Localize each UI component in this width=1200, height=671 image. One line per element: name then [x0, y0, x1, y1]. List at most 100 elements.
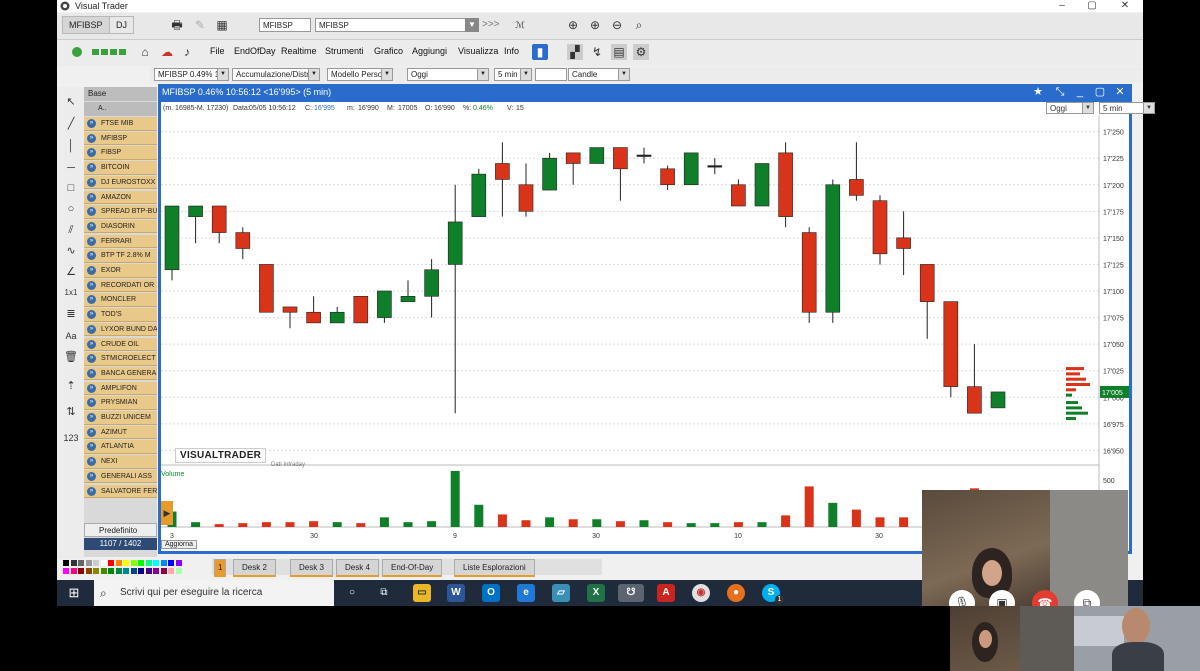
- watchlist-row[interactable]: » FERRARI: [84, 234, 157, 249]
- desk-tab-3[interactable]: Desk 3: [290, 559, 333, 577]
- watchlist-row[interactable]: » SALVATORE FER: [84, 484, 157, 499]
- menu-strumenti[interactable]: Strumenti: [325, 46, 364, 56]
- watchlist-row[interactable]: » MFIBSP: [84, 131, 157, 146]
- ratio-icon[interactable]: 1x1: [62, 284, 80, 302]
- menu-endofday[interactable]: EndOfDay: [234, 46, 276, 56]
- windows-start-icon[interactable]: ⊞: [65, 584, 83, 602]
- color-swatch[interactable]: [85, 568, 92, 574]
- color-swatch[interactable]: [108, 560, 114, 566]
- edit-icon[interactable]: ✎: [192, 17, 208, 33]
- color-swatch[interactable]: [175, 560, 182, 566]
- color-swatch[interactable]: [85, 560, 92, 566]
- desk-tab-liste[interactable]: Liste Esplorazioni: [454, 559, 535, 577]
- zoom-in-icon[interactable]: ⊕: [565, 17, 581, 33]
- trash-icon[interactable]: 🗑: [62, 348, 80, 366]
- vertical-line-icon[interactable]: │: [62, 137, 80, 155]
- chart-interval-select[interactable]: 5 min ▼: [1099, 102, 1155, 114]
- watchlist-row[interactable]: » AZIMUT: [84, 425, 157, 440]
- color-swatch[interactable]: [138, 568, 144, 574]
- color-swatch[interactable]: [145, 560, 152, 566]
- sort-icon[interactable]: ⇅: [62, 403, 80, 421]
- watchlist-row[interactable]: » DIASORIN: [84, 219, 157, 234]
- circle-icon[interactable]: ○: [62, 200, 80, 218]
- chart-period-select[interactable]: Oggi ▼: [1046, 102, 1094, 114]
- menu-info[interactable]: Info: [504, 46, 519, 56]
- interval-select[interactable]: 5 min ▼: [494, 68, 532, 81]
- style-select[interactable]: Candle ▼: [568, 68, 630, 81]
- acrobat-icon[interactable]: A: [657, 584, 675, 602]
- watchlist-row[interactable]: » DJ EUROSTOXX: [84, 175, 157, 190]
- color-swatch[interactable]: [100, 560, 107, 566]
- watchlist-column-header[interactable]: A.. Denominazione: [84, 102, 157, 126]
- color-swatch[interactable]: [70, 568, 77, 574]
- line-icon[interactable]: ╱: [62, 115, 80, 133]
- color-swatch[interactable]: [93, 560, 99, 566]
- curve-icon[interactable]: ∿: [62, 242, 80, 260]
- file-explorer-icon[interactable]: ▭: [413, 584, 431, 602]
- watchlist-row[interactable]: » GENERALI ASS: [84, 469, 157, 484]
- menu-visualizza[interactable]: Visualizza: [458, 46, 498, 56]
- color-swatch[interactable]: [115, 560, 122, 566]
- pin-icon[interactable]: ⤡: [1052, 84, 1068, 101]
- color-swatch[interactable]: [115, 568, 122, 574]
- layout-tool-icon[interactable]: ▤: [611, 44, 627, 60]
- watchlist-footer[interactable]: Predefinito: [84, 523, 157, 537]
- zoom-in-plus-icon[interactable]: ⊕: [587, 17, 603, 33]
- watchlist-row[interactable]: » SPREAD BTP-BU: [84, 205, 157, 219]
- color-swatch[interactable]: [130, 560, 137, 566]
- cursor-tool-icon[interactable]: ↯: [589, 44, 605, 60]
- pointer-icon[interactable]: ↖: [62, 93, 80, 111]
- edge-icon[interactable]: e: [517, 584, 535, 602]
- watchlist-row[interactable]: » FIBSP: [84, 146, 157, 160]
- notes-icon[interactable]: ▱: [552, 584, 570, 602]
- close-icon[interactable]: ✕: [1110, 0, 1140, 12]
- firefox-icon[interactable]: ●: [727, 584, 745, 602]
- menu-grafico[interactable]: Grafico: [374, 46, 403, 56]
- forward-button[interactable]: >>>: [482, 19, 500, 30]
- channel-icon[interactable]: ⫽: [62, 221, 80, 239]
- color-swatch[interactable]: [123, 560, 129, 566]
- watchlist-row[interactable]: » RECORDATI OR: [84, 278, 157, 293]
- watchlist-row[interactable]: » ATLANTIA: [84, 440, 157, 454]
- tab-dj[interactable]: DJ: [109, 16, 134, 34]
- chrome-icon[interactable]: ◉: [692, 584, 710, 602]
- color-swatch[interactable]: [138, 560, 144, 566]
- visualtrader-taskbar-icon[interactable]: ☋: [618, 584, 644, 602]
- color-swatch[interactable]: [160, 560, 167, 566]
- color-swatch[interactable]: [78, 568, 84, 574]
- color-swatch[interactable]: [168, 560, 174, 566]
- settings-tool-icon[interactable]: ⚙: [633, 44, 649, 60]
- search-icon[interactable]: ⌕: [631, 17, 647, 33]
- watchlist-row[interactable]: » BANCA GENERA: [84, 366, 157, 381]
- candlestick-chart[interactable]: 17'250 17'225 17'200 17'175 17'150 17'125 17'1…: [161, 115, 1129, 551]
- color-swatch[interactable]: [145, 568, 152, 574]
- color-swatch[interactable]: [78, 560, 84, 566]
- desk-tab-1[interactable]: 1: [214, 559, 227, 577]
- update-button[interactable]: Aggiorna: [161, 540, 198, 549]
- watchlist-row[interactable]: » PRYSMIAN: [84, 396, 157, 410]
- watchlist-row[interactable]: » LYXOR BUND DA: [84, 322, 157, 337]
- watchlist-row[interactable]: » NEXI: [84, 455, 157, 469]
- mode-select[interactable]: Accumulazione/Distri ▼: [232, 68, 320, 81]
- watchlist-row[interactable]: » FTSE MIB: [84, 117, 157, 131]
- color-palette[interactable]: [63, 558, 188, 578]
- angle-icon[interactable]: ∠: [62, 263, 80, 281]
- model-select[interactable]: Modello Person ▼: [327, 68, 393, 81]
- watchlist-row[interactable]: » TOD'S: [84, 308, 157, 322]
- excel-icon[interactable]: X: [587, 584, 605, 602]
- print-icon[interactable]: 🖶: [169, 17, 185, 33]
- tab-mfibsp[interactable]: MFIBSP: [62, 16, 110, 34]
- color-swatch[interactable]: [108, 568, 114, 574]
- rectangle-icon[interactable]: □: [62, 179, 80, 197]
- expand-arrow-icon[interactable]: ▶: [161, 501, 173, 525]
- color-swatch[interactable]: [175, 568, 182, 574]
- chart-minimize-icon[interactable]: _: [1072, 84, 1088, 101]
- color-swatch[interactable]: [100, 568, 107, 574]
- symbol-dropdown-icon[interactable]: ▼: [465, 18, 479, 32]
- fibonacci-icon[interactable]: ≣: [62, 305, 80, 323]
- horizontal-line-icon[interactable]: ─: [62, 159, 80, 177]
- blank-field[interactable]: [535, 68, 567, 81]
- home-icon[interactable]: ⌂: [137, 44, 153, 60]
- minimize-icon[interactable]: –: [1047, 0, 1077, 12]
- color-swatch[interactable]: [63, 568, 69, 574]
